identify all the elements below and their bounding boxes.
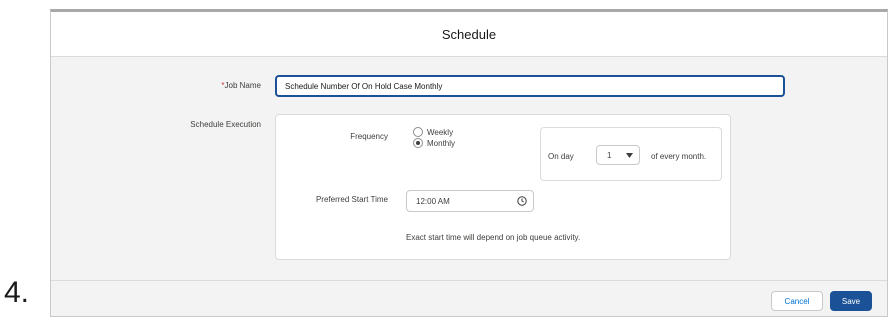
start-time-input[interactable]: 12:00 AM: [406, 190, 534, 212]
schedule-execution-box: Frequency Weekly Monthly On day 1 of eve…: [275, 114, 731, 260]
start-time-hint: Exact start time will depend on job queu…: [406, 233, 581, 242]
step-number: 4.: [4, 276, 30, 309]
start-time-value: 12:00 AM: [416, 196, 450, 206]
day-value: 1: [607, 150, 612, 160]
job-name-label: *Job Name: [161, 81, 261, 90]
schedule-execution-label: Schedule Execution: [190, 120, 261, 129]
schedule-modal: Schedule *Job Name Schedule Number Of On…: [50, 9, 888, 317]
cancel-button[interactable]: Cancel: [771, 291, 823, 311]
job-name-value: Schedule Number Of On Hold Case Monthly: [285, 81, 443, 91]
weekly-label: Weekly: [427, 127, 454, 137]
job-name-input[interactable]: Schedule Number Of On Hold Case Monthly: [275, 75, 785, 97]
every-month-label: of every month.: [651, 152, 707, 161]
monthly-day-box: On day 1 of every month.: [540, 127, 722, 181]
chevron-down-icon: [626, 152, 633, 158]
monthly-radio[interactable]: [413, 138, 423, 148]
save-button[interactable]: Save: [830, 291, 872, 311]
modal-title: Schedule: [441, 26, 497, 42]
modal-header: Schedule: [51, 12, 887, 57]
weekly-radio[interactable]: [413, 127, 423, 137]
frequency-monthly-option[interactable]: Monthly: [413, 138, 455, 148]
frequency-weekly-option[interactable]: Weekly: [413, 127, 453, 137]
job-name-label-text: Job Name: [224, 81, 261, 90]
monthly-label: Monthly: [427, 138, 456, 148]
frequency-label: Frequency: [350, 132, 388, 141]
clock-icon[interactable]: [517, 196, 527, 206]
on-day-label: On day: [548, 152, 574, 161]
modal-body: *Job Name Schedule Number Of On Hold Cas…: [51, 57, 887, 280]
modal-footer: Cancel Save: [51, 280, 887, 316]
day-select[interactable]: 1: [596, 145, 640, 165]
start-time-label: Preferred Start Time: [315, 195, 388, 204]
